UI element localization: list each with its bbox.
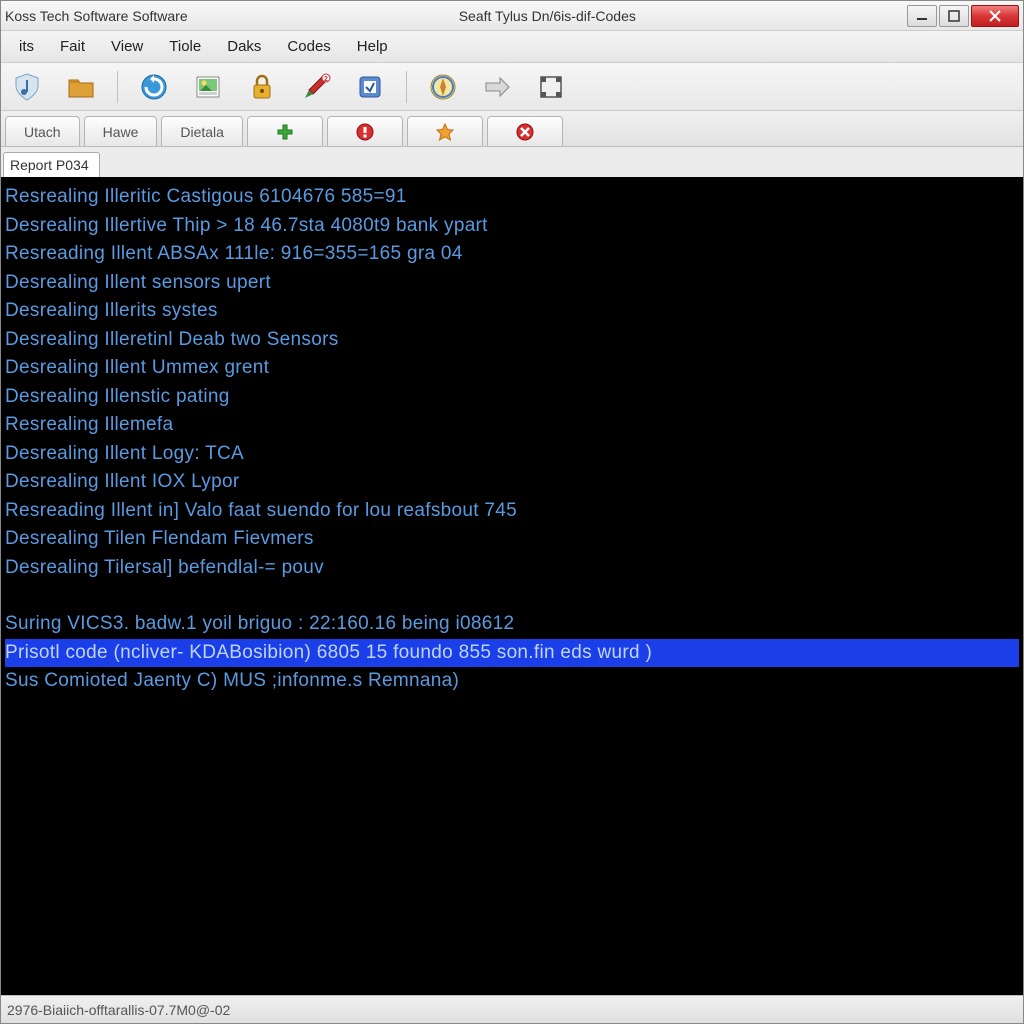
tab-utach[interactable]: Utach	[5, 116, 80, 146]
toolbar-compass-button[interactable]	[425, 69, 461, 105]
console-line: Desrealing Illent IOX Lypor	[5, 468, 1019, 497]
menu-its[interactable]: its	[7, 34, 46, 59]
toolbar-brush-button[interactable]: 2	[298, 69, 334, 105]
error-red-icon	[356, 123, 374, 141]
menu-help[interactable]: Help	[345, 34, 400, 59]
arrow-right-icon	[482, 72, 512, 102]
subtab-report[interactable]: Report P034	[3, 152, 100, 177]
tab-hawe[interactable]: Hawe	[84, 116, 158, 146]
console-line: Desrealing Tilersal] befendlal-= pouv	[5, 554, 1019, 583]
shield-music-icon	[12, 72, 42, 102]
close-button[interactable]	[971, 5, 1019, 27]
console-line: Resreading Illent ABSAx 111le: 916=355=1…	[5, 240, 1019, 269]
console-line-highlighted: Prisotl code (ncliver- KDABosibion) 6805…	[5, 639, 1019, 668]
picture-icon	[194, 73, 222, 101]
star-orange-icon	[436, 123, 454, 141]
close-red-icon	[516, 123, 534, 141]
console-line: Desrealing Illertive Thip > 18 46.7sta 4…	[5, 212, 1019, 241]
minimize-button[interactable]	[907, 5, 937, 27]
console-line: Resrealing Illeritic Castigous 6104676 5…	[5, 183, 1019, 212]
tab-errors[interactable]	[327, 116, 403, 146]
toolbar-folder-button[interactable]	[63, 69, 99, 105]
titlebar-document-name: Seaft Tylus Dn/6is-dif-Codes	[188, 8, 907, 24]
console-line: Sus Comioted Jaenty C) MUS ;infonme.s Re…	[5, 667, 1019, 696]
toolbar-picture-button[interactable]	[190, 69, 226, 105]
menu-daks[interactable]: Daks	[215, 34, 273, 59]
titlebar-app-name: Koss Tech Software Software	[5, 8, 188, 24]
maximize-icon	[948, 10, 960, 22]
toolbar-lock-button[interactable]	[244, 69, 280, 105]
minimize-icon	[916, 10, 928, 22]
stamp-icon	[356, 73, 384, 101]
statusbar-text: 2976-Biaiich-offtarallis-07.7M0@-02	[7, 1002, 230, 1018]
window-controls	[907, 5, 1019, 27]
toolbar-forward-button[interactable]	[479, 69, 515, 105]
subtab-row: Report P034	[1, 147, 1023, 177]
refresh-circle-icon	[139, 72, 169, 102]
console-line: Desrealing Illeretinl Deab two Sensors	[5, 326, 1019, 355]
console-line: Desrealing Tilen Flendam Fievmers	[5, 525, 1019, 554]
console-line: Desrealing Illent sensors upert	[5, 269, 1019, 298]
toolbar-stamp-button[interactable]	[352, 69, 388, 105]
console-line: Desrealing Illenstic pating	[5, 383, 1019, 412]
maximize-button[interactable]	[939, 5, 969, 27]
toolbar-separator	[117, 71, 118, 103]
tab-dietala[interactable]: Dietala	[161, 116, 243, 146]
fullscreen-icon	[537, 73, 565, 101]
plus-green-icon	[276, 123, 294, 141]
console-line: Resreading Illent in] Valo faat suendo f…	[5, 497, 1019, 526]
folder-icon	[66, 72, 96, 102]
svg-text:2: 2	[324, 76, 328, 83]
console-blank	[5, 582, 1019, 610]
toolbar-separator	[406, 71, 407, 103]
menu-tiole[interactable]: Tiole	[157, 34, 213, 59]
toolbar-shield-button[interactable]	[9, 69, 45, 105]
tabbar: Utach Hawe Dietala	[1, 111, 1023, 147]
menu-view[interactable]: View	[99, 34, 155, 59]
toolbar-fullscreen-button[interactable]	[533, 69, 569, 105]
brush-icon: 2	[301, 72, 331, 102]
console-line: Suring VICS3. badw.1 yoil briguo : 22:16…	[5, 610, 1019, 639]
tab-close[interactable]	[487, 116, 563, 146]
console-line: Desrealing Illerits systes	[5, 297, 1019, 326]
menu-codes[interactable]: Codes	[275, 34, 342, 59]
lock-icon	[248, 73, 276, 101]
menu-fait[interactable]: Fait	[48, 34, 97, 59]
close-icon	[988, 9, 1002, 23]
console-line: Desrealing Illent Ummex grent	[5, 354, 1019, 383]
toolbar-refresh-button[interactable]	[136, 69, 172, 105]
menubar: its Fait View Tiole Daks Codes Help	[1, 31, 1023, 63]
tab-add[interactable]	[247, 116, 323, 146]
console-line: Resrealing Illemefa	[5, 411, 1019, 440]
application-window: Koss Tech Software Software Seaft Tylus …	[0, 0, 1024, 1024]
titlebar: Koss Tech Software Software Seaft Tylus …	[1, 1, 1023, 31]
tab-favorites[interactable]	[407, 116, 483, 146]
console-output[interactable]: Resrealing Illeritic Castigous 6104676 5…	[1, 177, 1023, 995]
toolbar: 2	[1, 63, 1023, 111]
console-line: Desrealing Illent Logy: TCA	[5, 440, 1019, 469]
statusbar: 2976-Biaiich-offtarallis-07.7M0@-02	[1, 995, 1023, 1023]
compass-icon	[428, 72, 458, 102]
